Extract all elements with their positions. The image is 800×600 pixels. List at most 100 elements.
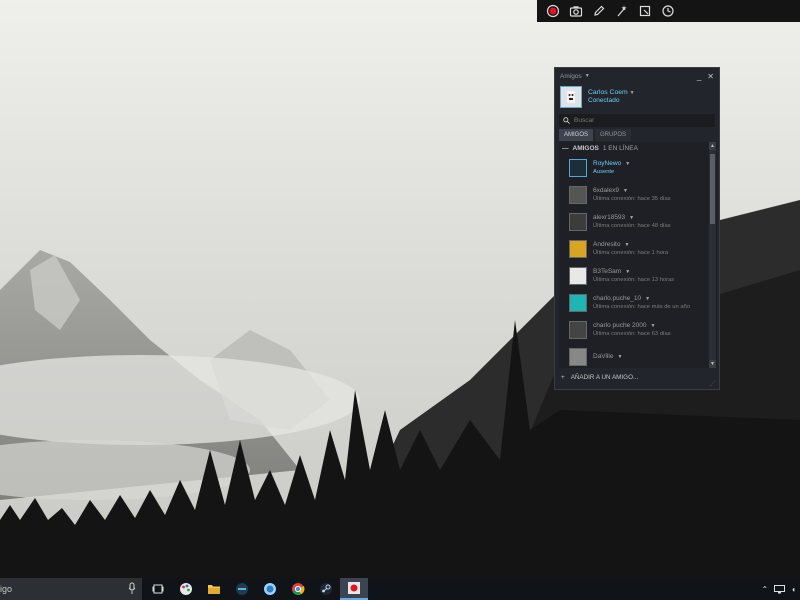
chevron-down-icon: ▼ <box>624 241 630 248</box>
ie-button[interactable] <box>256 578 284 600</box>
list-item[interactable]: DaVille ▼ <box>559 343 717 368</box>
crop-button[interactable] <box>633 0 656 22</box>
record-icon <box>546 4 559 18</box>
file-explorer-icon <box>208 585 220 594</box>
chevron-down-icon: ▼ <box>629 214 635 221</box>
list-item[interactable]: Andresito ▼ Última conexión: hace 1 hora <box>559 235 717 262</box>
effects-button[interactable] <box>610 0 633 22</box>
close-button[interactable]: ✕ <box>707 72 714 81</box>
friends-list: — AMIGOS 1 EN LÍNEA RoyNewo ▼ Ausente 6xd… <box>559 142 717 368</box>
friend-avatar <box>569 185 587 204</box>
timer-button[interactable] <box>656 0 679 22</box>
chevron-down-icon: ▼ <box>629 90 635 96</box>
friend-name: 6xdalex9 <box>593 186 620 194</box>
list-item[interactable]: charlo puche 2000 ▼ Última conexión: hace… <box>559 316 717 343</box>
friend-avatar <box>569 212 587 231</box>
screenshot-button[interactable] <box>564 0 587 22</box>
list-item[interactable]: B3TeSam ▼ Última conexión: hace 13 horas <box>559 262 717 289</box>
friend-name: DaVille <box>593 352 614 360</box>
avatar <box>560 86 582 108</box>
chrome-icon <box>292 583 305 596</box>
friend-avatar <box>569 266 587 285</box>
scroll-up-icon[interactable]: ▲ <box>709 142 716 150</box>
tab-amigos[interactable]: AMIGOS <box>559 129 594 141</box>
list-item[interactable]: 6xdalex9 ▼ Última conexión: hace 35 días <box>559 181 717 208</box>
friends-window: Amigos ▼ _ ✕ Carlos Coem ▼ Conectado AMI… <box>554 67 720 390</box>
chevron-down-icon: ▼ <box>625 160 631 167</box>
steam-button[interactable] <box>312 578 340 600</box>
taskbar-search <box>0 578 142 600</box>
friends-menu[interactable]: Amigos ▼ <box>560 73 590 80</box>
crop-icon <box>639 5 650 17</box>
current-user[interactable]: Carlos Coem ▼ Conectado <box>555 84 719 110</box>
friend-avatar <box>569 320 587 339</box>
add-friend-label: AÑADIR A UN AMIGO... <box>570 374 639 381</box>
friend-name: alexr18593 <box>593 213 626 221</box>
paint-icon <box>180 583 192 595</box>
app-button[interactable] <box>228 578 256 600</box>
pencil-icon <box>593 5 604 16</box>
task-view-icon <box>152 584 164 594</box>
friend-avatar <box>569 158 587 177</box>
chevron-up-icon[interactable]: ⌃ <box>761 585 768 594</box>
taskbar-search-input[interactable] <box>0 583 122 595</box>
clock-icon <box>661 5 674 17</box>
list-item[interactable]: RoyNewo ▼ Ausente <box>559 154 717 181</box>
search-input[interactable] <box>574 117 704 124</box>
recorder-icon <box>348 582 360 594</box>
system-tray: ⌃ ◖ <box>761 578 800 600</box>
network-icon[interactable] <box>774 584 786 594</box>
paint-button[interactable] <box>172 578 200 600</box>
tab-grupos[interactable]: GRUPOS <box>595 129 632 141</box>
friend-status: Última conexión: hace 63 días <box>593 330 671 337</box>
search-icon <box>563 117 570 124</box>
friend-status: Última conexión: hace 35 días <box>593 195 671 202</box>
friend-status: Última conexión: hace más de un año <box>593 303 690 310</box>
file-explorer-button[interactable] <box>200 578 228 600</box>
user-name-row: Carlos Coem ▼ <box>588 89 635 97</box>
user-status: Conectado <box>588 97 620 104</box>
friends-titlebar: Amigos ▼ _ ✕ <box>555 68 719 84</box>
draw-button[interactable] <box>587 0 610 22</box>
scrollbar-thumb[interactable] <box>710 154 715 224</box>
group-toggle[interactable]: — <box>562 145 569 152</box>
friend-status: Ausente <box>593 168 615 175</box>
friend-name: B3TeSam <box>593 267 622 275</box>
friends-menu-label: Amigos <box>560 72 582 80</box>
friend-status: Última conexión: hace 48 días <box>593 222 671 229</box>
friends-group-header[interactable]: — AMIGOS 1 EN LÍNEA <box>559 142 717 154</box>
list-item[interactable]: alexr18593 ▼ Última conexión: hace 48 día… <box>559 208 717 235</box>
recording-toolbar <box>537 0 800 22</box>
recorder-button[interactable] <box>340 578 368 600</box>
chrome-button[interactable] <box>284 578 312 600</box>
scroll-down-icon[interactable]: ▼ <box>709 360 716 368</box>
chevron-down-icon: ▼ <box>645 295 651 302</box>
minimize-button[interactable]: _ <box>697 72 701 81</box>
friend-avatar <box>569 239 587 258</box>
effects-icon <box>617 5 626 17</box>
friends-scrollbar[interactable]: ▲ ▼ <box>709 142 716 368</box>
task-view-button[interactable] <box>144 578 172 600</box>
chevron-down-icon: ▼ <box>623 187 628 194</box>
add-friend-button[interactable]: + AÑADIR A UN AMIGO... <box>561 374 638 381</box>
taskbar: ⌃ ◖ <box>0 578 800 600</box>
chevron-down-icon: ▼ <box>650 322 656 329</box>
chevron-down-icon: ▼ <box>625 268 631 275</box>
friend-status: Última conexión: hace 1 hora <box>593 249 669 256</box>
microphone-icon[interactable] <box>128 582 136 595</box>
group-count: 1 EN LÍNEA <box>602 144 638 152</box>
friend-name: charlo puche 2000 <box>593 321 647 329</box>
app-icon <box>236 583 248 595</box>
group-label: AMIGOS <box>572 144 599 152</box>
user-name: Carlos Coem <box>588 89 628 96</box>
record-button[interactable] <box>541 0 564 22</box>
camera-icon <box>569 6 582 17</box>
friends-search <box>559 114 715 127</box>
volume-icon[interactable]: ◖ <box>791 585 796 594</box>
list-item[interactable]: charlo.puche_10 ▼ Última conexión: hace m… <box>559 289 717 316</box>
chevron-down-icon: ▼ <box>617 353 623 360</box>
steam-icon <box>320 583 332 595</box>
friend-name: charlo.puche_10 <box>593 294 642 302</box>
friend-avatar <box>569 293 587 312</box>
resize-grip-icon[interactable]: ⋰ <box>710 380 716 387</box>
